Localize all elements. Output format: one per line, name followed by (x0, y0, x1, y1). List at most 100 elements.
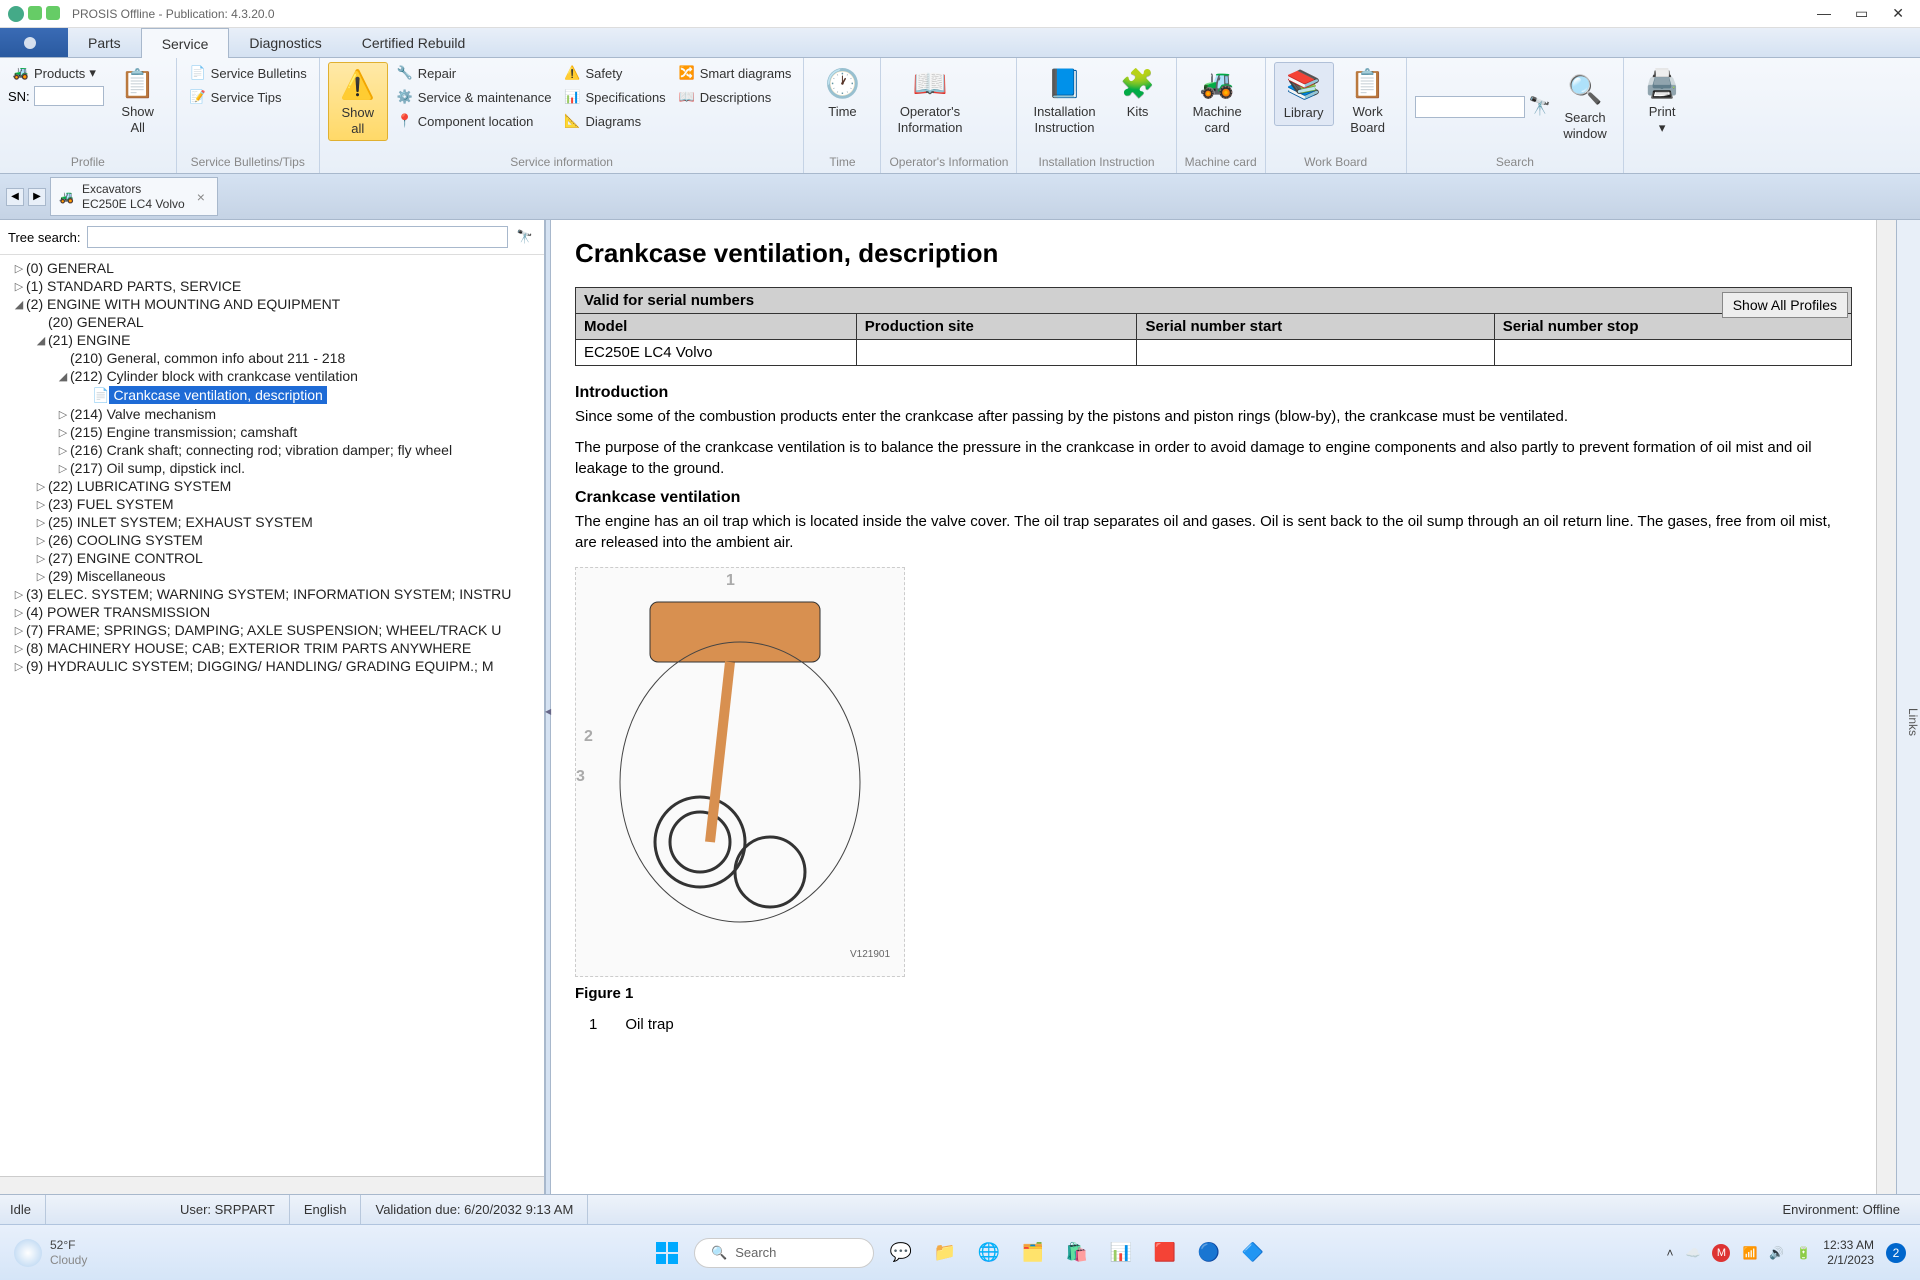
taskbar-app-explorer[interactable]: 🗂️ (1016, 1236, 1050, 1270)
tree-toggle[interactable]: ◢ (34, 334, 48, 347)
component-location-button[interactable]: 📍Component location (392, 110, 556, 132)
op-info-button[interactable]: 📖Operator's Information (889, 62, 970, 139)
tree-node[interactable]: ▷(3) ELEC. SYSTEM; WARNING SYSTEM; INFOR… (0, 585, 544, 603)
taskbar-clock[interactable]: 12:33 AM 2/1/2023 (1823, 1238, 1874, 1267)
tree-toggle[interactable]: ▷ (56, 462, 70, 475)
tree-toggle[interactable]: ◢ (12, 298, 26, 311)
tray-chevron[interactable]: ˄ (1666, 1246, 1673, 1260)
tree-toggle[interactable]: ◢ (56, 370, 70, 383)
tree-node[interactable]: ▷(25) INLET SYSTEM; EXHAUST SYSTEM (0, 513, 544, 531)
start-button[interactable] (650, 1236, 684, 1270)
tree-toggle[interactable]: ▷ (56, 408, 70, 421)
doc-nav-next[interactable]: ▶ (28, 188, 46, 206)
tree-node[interactable]: ▷(0) GENERAL (0, 259, 544, 277)
diagrams-button[interactable]: 📐Diagrams (559, 110, 669, 132)
machine-card-button[interactable]: 🚜Machine card (1185, 62, 1250, 139)
tray-notifications[interactable]: 2 (1886, 1243, 1906, 1263)
close-button[interactable]: ✕ (1892, 5, 1904, 22)
tree-toggle[interactable]: ▷ (56, 426, 70, 439)
tray-cloud-icon[interactable]: ☁️ (1685, 1246, 1700, 1260)
taskbar-app-6[interactable]: 🟥 (1148, 1236, 1182, 1270)
kits-button[interactable]: 🧩Kits (1108, 62, 1168, 124)
tree-toggle[interactable]: ▷ (12, 642, 26, 655)
tree-node[interactable]: ◢(212) Cylinder block with crankcase ven… (0, 367, 544, 385)
taskbar-app-store[interactable]: 🛍️ (1060, 1236, 1094, 1270)
service-bulletins-button[interactable]: 📄Service Bulletins (185, 62, 311, 84)
tree-node[interactable]: ◢(2) ENGINE WITH MOUNTING AND EQUIPMENT (0, 295, 544, 313)
tab-diagnostics[interactable]: Diagnostics (229, 28, 341, 57)
repair-button[interactable]: 🔧Repair (392, 62, 556, 84)
taskbar-app-1[interactable]: 💬 (884, 1236, 918, 1270)
tab-certified-rebuild[interactable]: Certified Rebuild (342, 28, 486, 57)
tree-node[interactable]: (210) General, common info about 211 - 2… (0, 349, 544, 367)
tree-node[interactable]: ▷(22) LUBRICATING SYSTEM (0, 477, 544, 495)
safety-button[interactable]: ⚠️Safety (559, 62, 669, 84)
tab-parts[interactable]: Parts (68, 28, 141, 57)
qat-icon-1[interactable] (28, 6, 42, 20)
minimize-button[interactable]: — (1817, 5, 1831, 22)
app-menu-button[interactable] (0, 28, 68, 57)
tree-toggle[interactable]: ▷ (12, 606, 26, 619)
tree-toggle[interactable]: ▷ (12, 262, 26, 275)
tree-toggle[interactable]: ▷ (56, 444, 70, 457)
taskbar-app-2[interactable]: 📁 (928, 1236, 962, 1270)
tree-node[interactable]: ▷(8) MACHINERY HOUSE; CAB; EXTERIOR TRIM… (0, 639, 544, 657)
tree-node[interactable]: ◢(21) ENGINE (0, 331, 544, 349)
doc-tab-active[interactable]: 🚜 Excavators EC250E LC4 Volvo × (50, 177, 218, 216)
show-all-service-button[interactable]: ⚠️ Show all (328, 62, 388, 141)
tree-toggle[interactable]: ▷ (34, 570, 48, 583)
ribbon-search-input[interactable] (1415, 96, 1525, 118)
tree-toggle[interactable]: ▷ (12, 624, 26, 637)
tree[interactable]: ▷(0) GENERAL▷(1) STANDARD PARTS, SERVICE… (0, 255, 544, 1176)
install-button[interactable]: 📘Installation Instruction (1025, 62, 1103, 139)
links-side-tab[interactable]: Links (1896, 220, 1920, 1194)
tree-node[interactable]: ▷(27) ENGINE CONTROL (0, 549, 544, 567)
descriptions-button[interactable]: 📖Descriptions (674, 86, 796, 108)
products-button[interactable]: 🚜 Products ▾ (8, 62, 104, 84)
maximize-button[interactable]: ▭ (1855, 5, 1868, 22)
profile-show-all-button[interactable]: 📋 Show All (108, 62, 168, 139)
tree-node[interactable]: (20) GENERAL (0, 313, 544, 331)
tree-toggle[interactable]: ▷ (34, 480, 48, 493)
tree-toggle[interactable]: ▷ (12, 280, 26, 293)
taskbar-app-5[interactable]: 📊 (1104, 1236, 1138, 1270)
tree-h-scrollbar[interactable] (0, 1176, 544, 1194)
tree-node[interactable]: ▷(29) Miscellaneous (0, 567, 544, 585)
tree-node[interactable]: ▷(7) FRAME; SPRINGS; DAMPING; AXLE SUSPE… (0, 621, 544, 639)
tree-node[interactable]: ▷(216) Crank shaft; connecting rod; vibr… (0, 441, 544, 459)
taskbar-weather[interactable]: 52°F Cloudy (14, 1238, 87, 1267)
taskbar-app-edge[interactable]: 🌐 (972, 1236, 1006, 1270)
tree-node[interactable]: 📄 Crankcase ventilation, description (0, 385, 544, 405)
tray-battery-icon[interactable]: 🔋 (1796, 1246, 1811, 1260)
taskbar-search[interactable]: 🔍 Search (694, 1238, 874, 1268)
tray-m-icon[interactable]: M (1712, 1244, 1730, 1262)
binoculars-icon[interactable]: 🔭 (1529, 96, 1551, 117)
tree-node[interactable]: ▷(23) FUEL SYSTEM (0, 495, 544, 513)
library-button[interactable]: 📚Library (1274, 62, 1334, 126)
tab-service[interactable]: Service (141, 28, 230, 58)
specifications-button[interactable]: 📊Specifications (559, 86, 669, 108)
tree-search-input[interactable] (87, 226, 509, 248)
service-tips-button[interactable]: 📝Service Tips (185, 86, 311, 108)
tree-node[interactable]: ▷(215) Engine transmission; camshaft (0, 423, 544, 441)
tree-node[interactable]: ▷(1) STANDARD PARTS, SERVICE (0, 277, 544, 295)
tree-node[interactable]: ▷(9) HYDRAULIC SYSTEM; DIGGING/ HANDLING… (0, 657, 544, 675)
tree-toggle[interactable]: ▷ (34, 516, 48, 529)
taskbar-app-prosis[interactable]: 🔷 (1236, 1236, 1270, 1270)
doc-nav-prev[interactable]: ◀ (6, 188, 24, 206)
work-board-button[interactable]: 📋Work Board (1338, 62, 1398, 139)
tree-node[interactable]: ▷(217) Oil sump, dipstick incl. (0, 459, 544, 477)
tree-node[interactable]: ▷(26) COOLING SYSTEM (0, 531, 544, 549)
tree-toggle[interactable]: ▷ (34, 534, 48, 547)
tree-search-button[interactable]: 🔭 (514, 226, 536, 248)
tree-node[interactable]: ▷(214) Valve mechanism (0, 405, 544, 423)
print-button[interactable]: 🖨️Print ▾ (1632, 62, 1692, 139)
tree-toggle[interactable]: ▷ (34, 552, 48, 565)
tree-toggle[interactable]: ▷ (12, 660, 26, 673)
sn-input[interactable] (34, 86, 104, 106)
doc-tab-close[interactable]: × (193, 189, 209, 205)
taskbar-app-teamviewer[interactable]: 🔵 (1192, 1236, 1226, 1270)
smart-diagrams-button[interactable]: 🔀Smart diagrams (674, 62, 796, 84)
tray-volume-icon[interactable]: 🔊 (1769, 1246, 1784, 1260)
time-button[interactable]: 🕐Time (812, 62, 872, 124)
